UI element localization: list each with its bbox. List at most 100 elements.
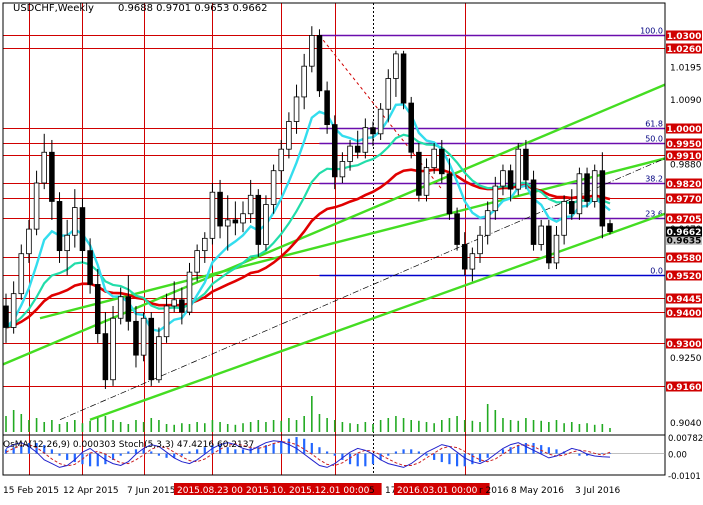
candle-27 <box>209 183 216 245</box>
candle-body <box>446 173 453 215</box>
time-label-0: 15 Feb 2015 <box>3 486 59 496</box>
level-label-8: 0.9580 <box>667 254 702 264</box>
candle-67 <box>515 143 522 196</box>
level-label-3: 0.9950 <box>667 140 702 150</box>
candle-body <box>500 170 506 187</box>
candle-body <box>293 96 300 122</box>
candle-body <box>209 191 216 239</box>
candle-body <box>599 170 606 227</box>
level-label-11: 0.9400 <box>667 309 702 319</box>
candle-body <box>515 148 522 190</box>
candle-53 <box>408 96 414 159</box>
candle-body <box>217 191 223 227</box>
candle-body <box>133 320 139 356</box>
level-label-10: 0.9445 <box>667 295 702 305</box>
indicator-tick-2: -0.0101 <box>668 472 701 482</box>
candle-body <box>270 170 277 205</box>
candle-body <box>576 173 583 215</box>
candle-body <box>393 53 399 79</box>
candle-body <box>569 201 575 215</box>
time-label-9: r 2016 <box>479 486 509 496</box>
candle-59 <box>454 207 460 251</box>
candle-body <box>49 151 55 202</box>
candle-body <box>110 317 116 381</box>
time-label-11: 3 Jul 2016 <box>575 486 620 496</box>
chart-window[interactable]: 1.0300 1.0260 1.0000 0.9950 0.9910 0.9820 0.97… <box>0 0 703 500</box>
candle-body <box>148 317 155 381</box>
candle-body <box>416 151 422 196</box>
fib-label-2: 50.0 <box>645 135 663 144</box>
candle-body <box>171 299 177 307</box>
candle-body <box>339 161 346 178</box>
time-label-6: 5 <box>369 486 375 496</box>
candle-body <box>102 333 109 381</box>
price-tick-0: 1.0195 <box>670 64 702 74</box>
candle-14 <box>110 305 116 386</box>
candle-body <box>370 127 376 135</box>
level-label-2: 1.0000 <box>667 125 702 135</box>
candle-body <box>477 234 483 255</box>
candle-body <box>79 207 86 252</box>
candle-body <box>163 305 170 338</box>
candle-body <box>607 223 613 232</box>
time-label-2: 7 Jun 2015 <box>127 486 175 496</box>
candle-body <box>431 148 437 169</box>
indicator-label: OsMA(12,26,9) 0.000303 Stoch(5,3,3) 47.4… <box>3 440 254 450</box>
candle-body <box>263 204 269 245</box>
level-label-0: 1.0300 <box>667 32 702 42</box>
candle-body <box>72 207 78 236</box>
candle-body <box>309 35 315 67</box>
candle-body <box>240 213 246 224</box>
candle-52 <box>400 50 407 110</box>
candle-body <box>377 108 384 135</box>
candle-body <box>125 296 132 322</box>
candle-71 <box>546 219 552 270</box>
candle-body <box>94 284 101 335</box>
candle-body <box>301 65 307 98</box>
candle-body <box>10 293 17 328</box>
candle-body <box>400 53 407 104</box>
level-label-13: 0.9160 <box>667 383 702 393</box>
candle-body <box>523 148 529 181</box>
candle-body <box>232 219 239 224</box>
candle-body <box>255 194 262 245</box>
candle-body <box>354 145 361 153</box>
price-chart[interactable]: 1.03001.02601.00000.99500.99100.98200.97… <box>0 0 703 500</box>
indicator-tick-0: 0.00782 <box>668 434 703 444</box>
candle-body <box>202 237 208 252</box>
candle-41 <box>316 29 323 97</box>
candle-body <box>194 250 200 273</box>
candle-body <box>461 244 468 270</box>
candle-body <box>324 90 330 125</box>
candle-body <box>140 317 147 356</box>
candle-body <box>186 271 193 313</box>
candle-75 <box>576 167 583 220</box>
fib-label-1: 61.8 <box>645 120 663 129</box>
candle-body <box>278 148 285 172</box>
candle-69 <box>530 170 537 251</box>
candle-body <box>87 250 93 285</box>
candle-body <box>41 151 47 184</box>
candle-body <box>286 121 292 150</box>
time-label-1: 12 Apr 2015 <box>63 486 119 496</box>
candle-body <box>553 234 560 264</box>
level-label-9: 0.9520 <box>667 272 702 282</box>
level-label-6: 0.9770 <box>667 195 702 205</box>
candle-body <box>3 305 9 328</box>
price-tick-4: 0.9250 <box>670 354 702 364</box>
candle-body <box>362 127 369 153</box>
candle-body <box>561 201 567 236</box>
candle-body <box>316 35 323 92</box>
candle-body <box>530 179 537 245</box>
candle-body <box>484 210 491 236</box>
candle-body <box>33 182 40 230</box>
time-label-5: 2015.12.01 00:00 <box>289 486 370 496</box>
candle-body <box>591 170 598 202</box>
candle-19 <box>148 312 155 386</box>
candle-body <box>454 213 460 245</box>
candle-body <box>117 296 124 319</box>
candle-body <box>507 170 514 190</box>
level-label-12: 0.9300 <box>667 340 702 350</box>
candle-body <box>408 102 414 153</box>
fib-label-3: 38.2 <box>645 175 663 184</box>
